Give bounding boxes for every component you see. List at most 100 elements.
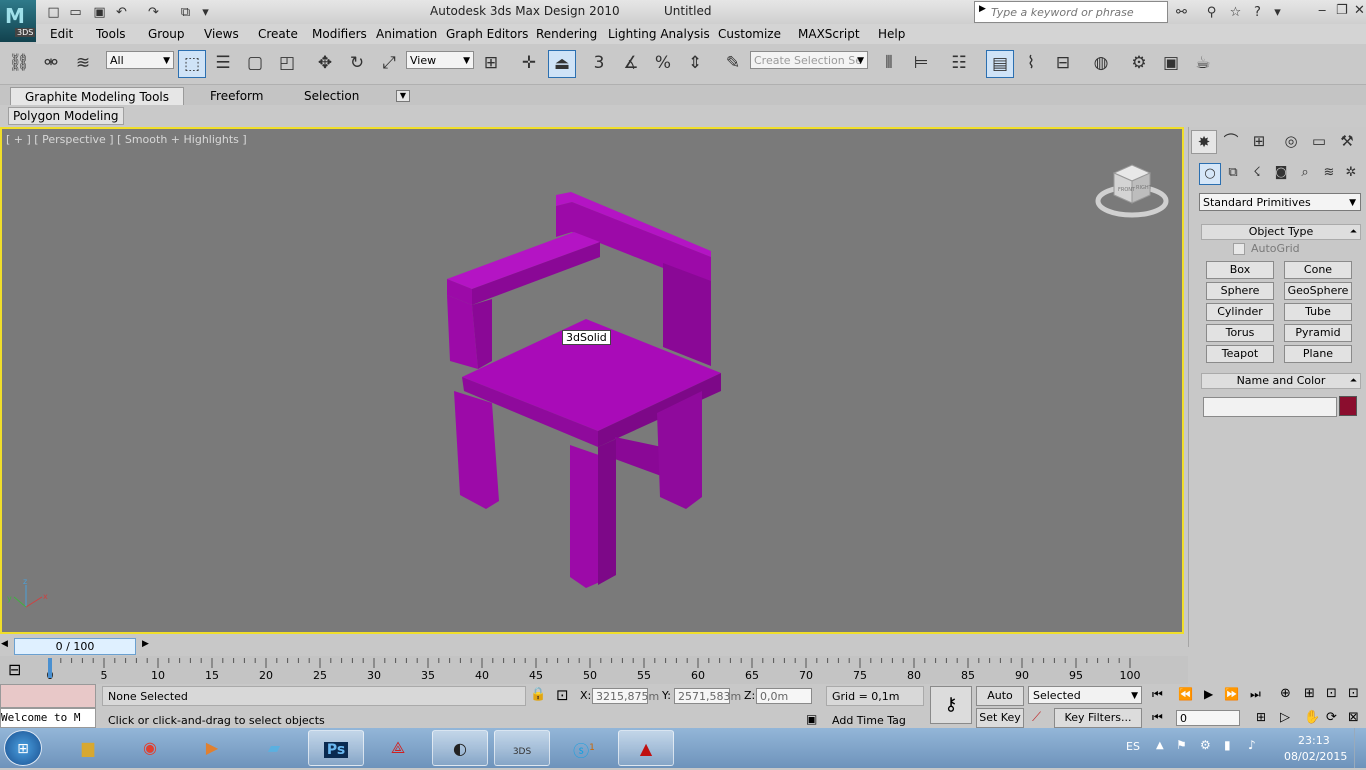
primitive-type-dropdown[interactable]: Standard Primitives ▼: [1199, 193, 1361, 211]
menu-graph-editors[interactable]: Graph Editors: [446, 27, 528, 41]
graphite-toggle-icon[interactable]: ▤: [986, 50, 1014, 78]
render-production-icon[interactable]: ☕: [1190, 50, 1216, 76]
geometry-category-icon[interactable]: ○: [1199, 163, 1221, 185]
mini-curve-editor-icon[interactable]: ⊟: [8, 660, 21, 679]
y-coord-field[interactable]: 2571,583m: [674, 688, 741, 704]
next-frame-arrow-icon[interactable]: ▶: [142, 639, 149, 649]
app-logo[interactable]: M 3DS: [0, 0, 36, 42]
named-selection-sets-dropdown[interactable]: Create Selection Se ▼: [750, 51, 868, 69]
taskbar-chrome-icon[interactable]: ◉: [122, 730, 178, 766]
go-to-start-icon[interactable]: ⏮: [1152, 687, 1163, 702]
rendered-frame-window-icon[interactable]: ▣: [1158, 50, 1184, 76]
set-key-big-button[interactable]: ⚷: [930, 686, 972, 724]
chair-3dsolid[interactable]: [447, 192, 721, 588]
space-warps-category-icon[interactable]: ≋: [1319, 163, 1339, 183]
menu-modifiers[interactable]: Modifiers: [312, 27, 367, 41]
ribbon-options-icon[interactable]: ▼: [396, 90, 410, 102]
current-frame-marker[interactable]: [48, 658, 52, 678]
default-tangent-icon[interactable]: ⟋: [1032, 710, 1041, 725]
window-crossing-icon[interactable]: ◰: [274, 50, 300, 76]
track-bar[interactable]: ⊟ 05101520253035404550556065707580859095…: [0, 656, 1188, 684]
orbit-icon[interactable]: ⟳: [1326, 710, 1337, 725]
menu-help[interactable]: Help: [878, 27, 905, 41]
minimize-icon[interactable]: ‒: [1318, 3, 1326, 18]
time-slider[interactable]: 0 / 100: [14, 638, 136, 655]
taskbar-autocad-icon[interactable]: ▲: [618, 730, 674, 766]
maxscript-listener-pink[interactable]: [0, 684, 96, 708]
open-file-icon[interactable]: ▭: [66, 3, 85, 22]
show-desktop-button[interactable]: [1354, 728, 1366, 768]
windows-start-button[interactable]: ⊞: [4, 730, 42, 766]
utilities-panel-icon[interactable]: ⚒: [1335, 130, 1359, 152]
torus-button[interactable]: Torus: [1206, 324, 1274, 342]
taskbar-media-player-icon[interactable]: ▶: [184, 730, 240, 766]
link-icon[interactable]: ⛓: [6, 50, 32, 76]
keyboard-shortcut-override-icon[interactable]: ⏏: [548, 50, 576, 78]
menu-lighting-analysis[interactable]: Lighting Analysis: [608, 27, 710, 41]
time-configuration-icon[interactable]: ⊞: [1256, 710, 1266, 724]
x-coord-field[interactable]: 3215,875m: [592, 688, 659, 704]
systems-category-icon[interactable]: ✲: [1341, 163, 1361, 183]
maxscript-listener[interactable]: Welcome to M: [0, 708, 96, 728]
select-and-scale-icon[interactable]: ⤢: [376, 50, 402, 76]
help-dropdown-icon[interactable]: ▾: [1268, 3, 1287, 22]
menu-create[interactable]: Create: [258, 27, 298, 41]
rectangular-selection-icon[interactable]: ▢: [242, 50, 268, 76]
lock-selection-icon[interactable]: 🔒: [530, 687, 546, 702]
sphere-button[interactable]: Sphere: [1206, 282, 1274, 300]
network-icon[interactable]: ▮: [1224, 738, 1231, 752]
spinner-snap-icon[interactable]: ⇕: [682, 50, 708, 76]
next-frame-icon[interactable]: ⏩: [1224, 687, 1239, 701]
field-of-view-icon[interactable]: ▷: [1280, 710, 1290, 725]
autogrid-checkbox[interactable]: [1233, 243, 1245, 255]
box-button[interactable]: Box: [1206, 261, 1274, 279]
mirror-icon[interactable]: ⫴: [876, 50, 902, 76]
selection-filter-dropdown[interactable]: All ▼: [106, 51, 174, 69]
geosphere-button[interactable]: GeoSphere: [1284, 282, 1352, 300]
taskbar-sketchup-icon[interactable]: ◐: [432, 730, 488, 766]
menu-group[interactable]: Group: [148, 27, 185, 41]
go-to-end-icon[interactable]: ⏭: [1250, 687, 1261, 702]
restore-icon[interactable]: ❐: [1336, 3, 1348, 18]
project-folder-icon[interactable]: ⧉: [176, 3, 195, 22]
favorites-star-icon[interactable]: ☆: [1226, 3, 1245, 22]
key-filters-button[interactable]: Key Filters...: [1054, 708, 1142, 728]
zoom-all-icon[interactable]: ⊞: [1304, 686, 1315, 701]
edit-named-selection-icon[interactable]: ✎: [720, 50, 746, 76]
set-key-button[interactable]: Set Key: [976, 708, 1024, 728]
auto-key-button[interactable]: Auto Key: [976, 686, 1024, 720]
menu-edit[interactable]: Edit: [50, 27, 73, 41]
select-by-name-icon[interactable]: ☰: [210, 50, 236, 76]
time-tag-icon[interactable]: ▣: [806, 712, 817, 726]
volume-icon[interactable]: ♪: [1248, 738, 1256, 752]
zoom-extents-all-icon[interactable]: ⊡: [1348, 686, 1359, 701]
shapes-category-icon[interactable]: ⧉: [1223, 163, 1243, 183]
select-and-move-icon[interactable]: ✥: [312, 50, 338, 76]
unlink-icon[interactable]: ⚮: [38, 50, 64, 76]
snaps-toggle-icon[interactable]: 3: [586, 50, 612, 76]
quick-access-dropdown-icon[interactable]: ▾: [196, 3, 215, 22]
binoculars-icon[interactable]: ⚯: [1172, 3, 1191, 22]
language-indicator[interactable]: ES: [1126, 740, 1140, 753]
pyramid-button[interactable]: Pyramid: [1284, 324, 1352, 342]
taskbar-notepad-icon[interactable]: ▰: [246, 730, 302, 766]
key-mode-toggle-icon[interactable]: ⏮: [1152, 710, 1163, 725]
save-file-icon[interactable]: ▣: [90, 3, 109, 22]
search-expand-icon[interactable]: ▶: [979, 4, 986, 14]
select-object-icon[interactable]: ⬚: [178, 50, 206, 78]
action-center-icon[interactable]: ⚑: [1176, 738, 1187, 752]
new-file-icon[interactable]: □: [44, 3, 63, 22]
clock-time[interactable]: 23:13: [1298, 734, 1330, 747]
cone-button[interactable]: Cone: [1284, 261, 1352, 279]
menu-maxscript[interactable]: MAXScript: [798, 27, 860, 41]
perspective-viewport[interactable]: [ + ] [ Perspective ] [ Smooth + Highlig…: [0, 127, 1184, 634]
bind-space-warp-icon[interactable]: ≋: [70, 50, 96, 76]
object-name-field[interactable]: [1203, 397, 1337, 417]
cylinder-button[interactable]: Cylinder: [1206, 303, 1274, 321]
taskbar-3dsmax-icon[interactable]: 3DS: [494, 730, 550, 766]
schematic-view-icon[interactable]: ⊟: [1050, 50, 1076, 76]
create-panel-icon[interactable]: ✸: [1191, 130, 1217, 154]
close-icon[interactable]: ✕: [1354, 3, 1365, 18]
menu-views[interactable]: Views: [204, 27, 239, 41]
tab-freeform[interactable]: Freeform: [196, 87, 277, 105]
